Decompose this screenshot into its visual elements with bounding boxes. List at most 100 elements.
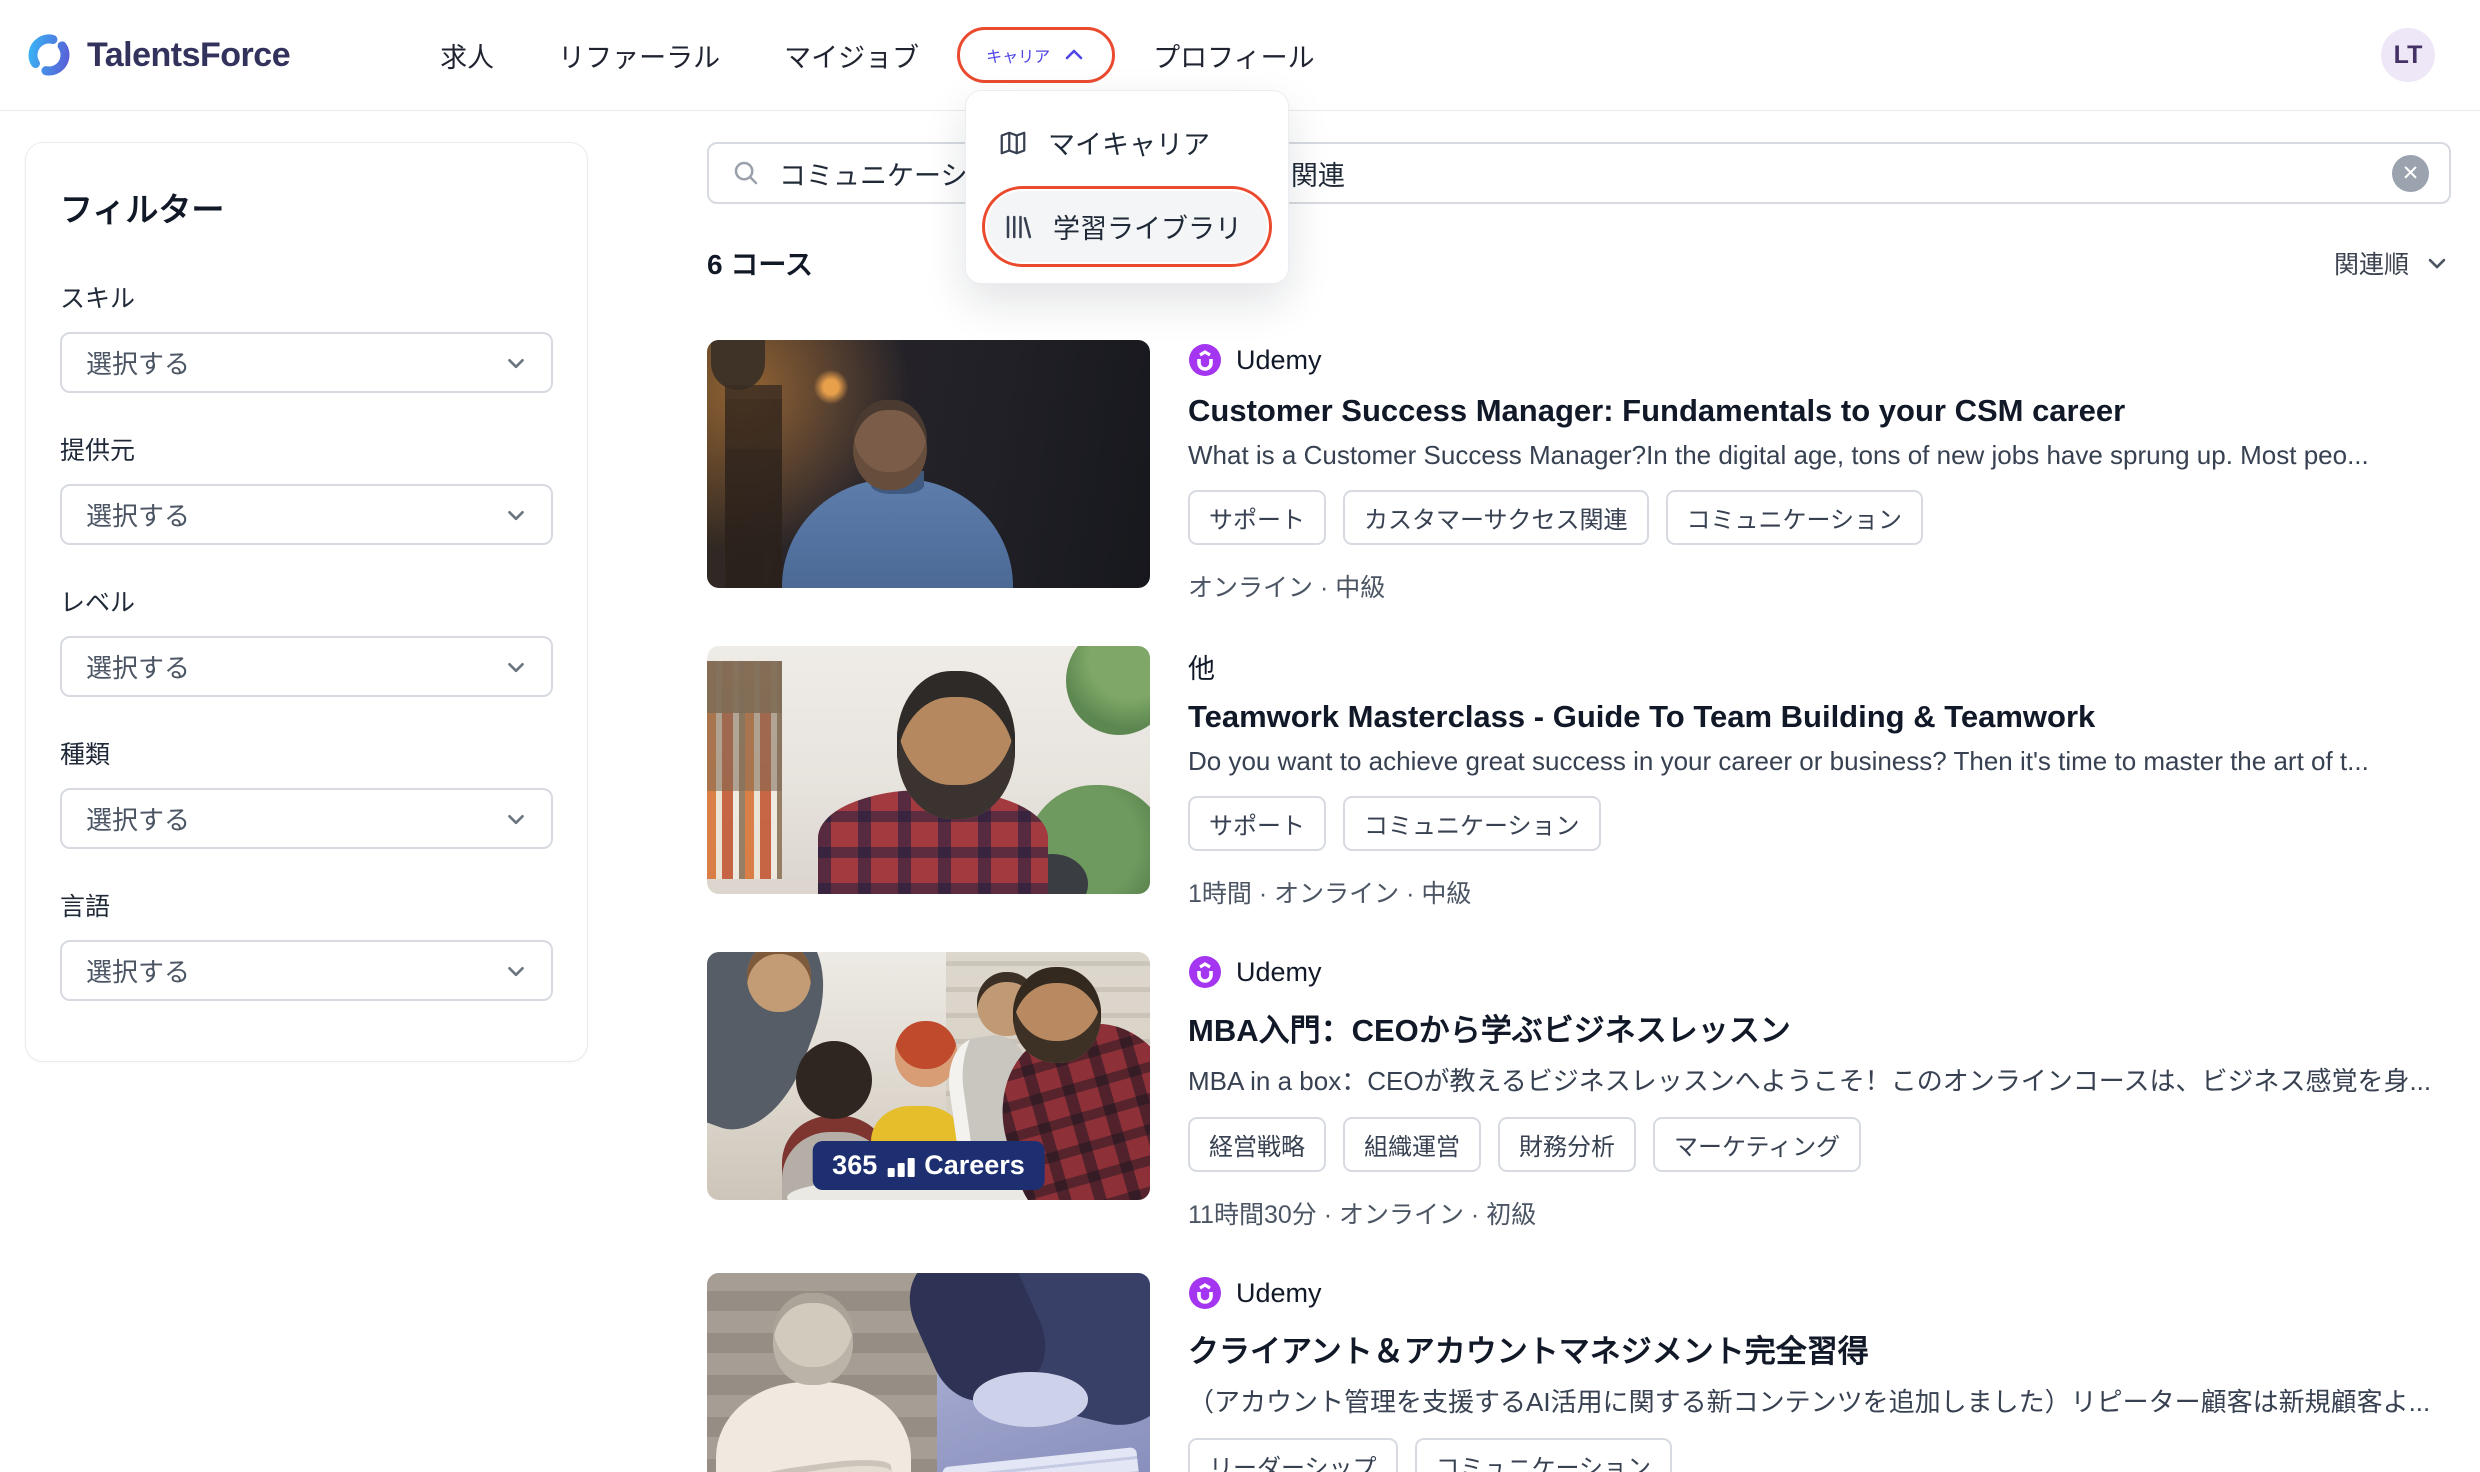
udemy-icon [1188, 1276, 1222, 1310]
course-tag: マーケティング [1653, 1117, 1861, 1172]
course-tag: カスタマーサクセス関連 [1343, 490, 1649, 545]
filter-group-provider: 提供元 選択する [60, 431, 553, 545]
course-meta: オンライン · 中級 [1188, 568, 2451, 604]
chevron-down-icon [503, 350, 529, 376]
course-title: MBA入門：CEOから学ぶビジネスレッスン [1188, 1005, 2451, 1050]
page-content: フィルター スキル 選択する 提供元 選択する レベル 選択する [0, 111, 2480, 1472]
brand-logo[interactable]: TalentsForce [25, 31, 290, 79]
course-card[interactable]: 他 Teamwork Masterclass - Guide To Team B… [707, 646, 2451, 910]
provider-row: Udemy [1188, 342, 2451, 378]
course-card[interactable]: Udemy Customer Success Manager: Fundamen… [707, 340, 2451, 604]
sort-dropdown[interactable]: 関連順 [2334, 245, 2451, 281]
annotation-highlight-box: 学習ライブラリ [982, 186, 1272, 267]
career-dropdown-menu: マイキャリア 学習ライブラリ [965, 90, 1289, 284]
course-description: What is a Customer Success Manager?In th… [1188, 440, 2451, 471]
course-info: Udemy Customer Success Manager: Fundamen… [1188, 340, 2451, 604]
provider-select[interactable]: 選択する [60, 484, 553, 545]
filter-group-skill: スキル 選択する [60, 279, 553, 393]
tag-row: サポート コミュニケーション [1188, 796, 2451, 851]
badge-prefix: 365 [832, 1150, 877, 1181]
filter-label-provider: 提供元 [60, 431, 553, 467]
menu-item-learning-library[interactable]: 学習ライブラリ [987, 191, 1267, 262]
clear-search-icon[interactable]: ✕ [2392, 155, 2429, 192]
bar-chart-icon [887, 1158, 914, 1181]
library-icon [1003, 212, 1033, 242]
tag-row: サポート カスタマーサクセス関連 コミュニケーション [1188, 490, 2451, 545]
course-tag: 組織運営 [1343, 1117, 1481, 1172]
filter-group-type: 種類 選択する [60, 735, 553, 849]
course-info: Udemy MBA入門：CEOから学ぶビジネスレッスン MBA in a box… [1188, 952, 2451, 1231]
results-count: 6 コース [707, 243, 813, 283]
udemy-icon [1188, 955, 1222, 989]
filter-label-language: 言語 [60, 887, 553, 923]
udemy-icon [1188, 343, 1222, 377]
top-navbar: TalentsForce 求人 リファーラル マイジョブ キャリア プロフィール… [0, 0, 2480, 111]
skill-select[interactable]: 選択する [60, 332, 553, 393]
course-tag: サポート [1188, 490, 1326, 545]
tag-row: リーダーシップ コミュニケーション [1188, 1438, 2451, 1472]
menu-item-learning-library-label: 学習ライブラリ [1053, 207, 1242, 246]
course-description: （アカウント管理を支援するAI活用に関する新コンテンツを追加しました）リピーター… [1188, 1382, 2451, 1419]
level-select[interactable]: 選択する [60, 636, 553, 697]
course-info: Udemy クライアント＆アカウントマネジメント完全習得 （アカウント管理を支援… [1188, 1273, 2451, 1472]
chevron-up-icon [1062, 43, 1086, 67]
nav-item-referral[interactable]: リファーラル [526, 22, 752, 89]
chevron-down-icon [503, 654, 529, 680]
course-title: Customer Success Manager: Fundamentals t… [1188, 393, 2451, 429]
course-description: MBA in a box：CEOが教えるビジネスレッスンへようこそ！このオンライ… [1188, 1061, 2451, 1098]
chevron-down-icon [503, 502, 529, 528]
course-info: 他 Teamwork Masterclass - Guide To Team B… [1188, 646, 2451, 910]
provider-name: Udemy [1236, 345, 1322, 376]
nav-item-career[interactable]: キャリア [957, 27, 1115, 83]
language-select[interactable]: 選択する [60, 940, 553, 1001]
type-select-value: 選択する [86, 800, 190, 837]
language-select-value: 選択する [86, 952, 190, 989]
course-description: Do you want to achieve great success in … [1188, 746, 2451, 777]
chevron-down-icon [503, 958, 529, 984]
course-thumbnail [707, 1273, 1150, 1472]
brand-name: TalentsForce [87, 36, 290, 75]
type-select[interactable]: 選択する [60, 788, 553, 849]
map-icon [998, 128, 1028, 158]
course-card[interactable]: Udemy クライアント＆アカウントマネジメント完全習得 （アカウント管理を支援… [707, 1273, 2451, 1472]
course-tag: サポート [1188, 796, 1326, 851]
provider-row: 他 [1188, 648, 2451, 684]
menu-item-my-career[interactable]: マイキャリア [982, 107, 1272, 178]
search-icon [731, 158, 761, 188]
course-tag: 財務分析 [1498, 1117, 1636, 1172]
nav-item-jobs[interactable]: 求人 [408, 22, 526, 89]
provider-name: Udemy [1236, 1278, 1322, 1309]
chevron-down-icon [503, 806, 529, 832]
skill-select-value: 選択する [86, 344, 190, 381]
course-title: クライアント＆アカウントマネジメント完全習得 [1188, 1326, 2451, 1371]
filter-group-language: 言語 選択する [60, 887, 553, 1001]
level-select-value: 選択する [86, 648, 190, 685]
course-thumbnail: 365 Careers [707, 952, 1150, 1200]
main-nav: 求人 リファーラル マイジョブ キャリア プロフィール [408, 22, 1346, 89]
provider-row: Udemy [1188, 1275, 2451, 1311]
thumbnail-badge-365careers: 365 Careers [812, 1141, 1045, 1190]
course-card[interactable]: 365 Careers Udemy [707, 952, 2451, 1231]
filter-label-type: 種類 [60, 735, 553, 771]
course-tag: 経営戦略 [1188, 1117, 1326, 1172]
filter-label-skill: スキル [60, 279, 553, 315]
provider-name: Udemy [1236, 957, 1322, 988]
nav-item-profile[interactable]: プロフィール [1121, 22, 1346, 89]
filter-sidebar: フィルター スキル 選択する 提供元 選択する レベル 選択する [25, 142, 588, 1062]
course-tag: コミュニケーション [1415, 1438, 1673, 1472]
provider-row: Udemy [1188, 954, 2451, 990]
sort-label: 関連順 [2334, 245, 2409, 281]
course-list: Udemy Customer Success Manager: Fundamen… [707, 340, 2451, 1472]
filter-title: フィルター [60, 183, 553, 231]
course-tag: コミュニケーション [1343, 796, 1601, 851]
nav-item-myjobs[interactable]: マイジョブ [752, 22, 951, 89]
course-meta: 11時間30分 · オンライン · 初級 [1188, 1195, 2451, 1231]
provider-name: 他 [1188, 647, 1215, 686]
user-avatar[interactable]: LT [2381, 28, 2435, 82]
nav-item-career-label: キャリア [986, 43, 1050, 67]
course-meta: 1時間 · オンライン · 中級 [1188, 874, 2451, 910]
course-thumbnail [707, 646, 1150, 894]
course-results-panel: ✕ 6 コース 関連順 [707, 142, 2451, 1472]
provider-select-value: 選択する [86, 496, 190, 533]
tag-row: 経営戦略 組織運営 財務分析 マーケティング [1188, 1117, 2451, 1172]
